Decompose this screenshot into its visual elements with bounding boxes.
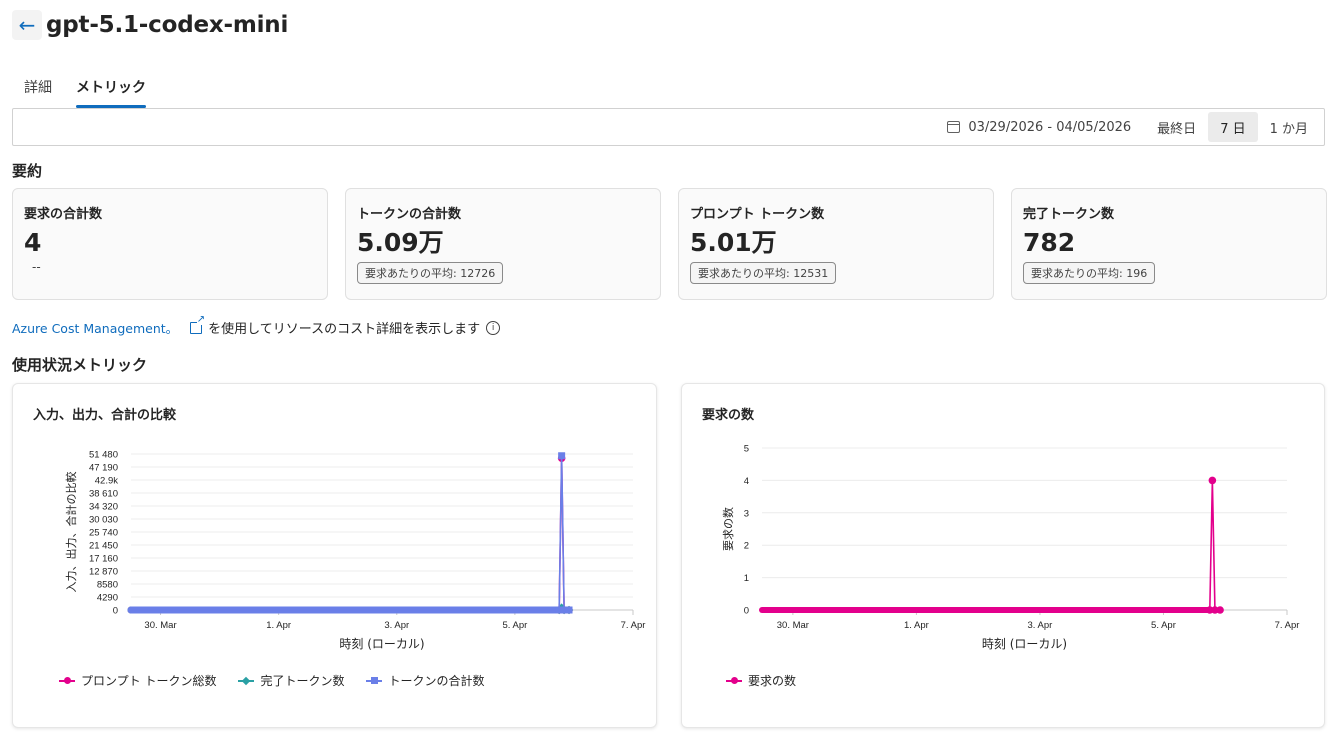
y-tick-label: 4 bbox=[744, 476, 749, 487]
range-7-days-button[interactable]: 7 日 bbox=[1208, 112, 1258, 142]
legend-item-total-tokens[interactable]: トークンの合計数 bbox=[366, 672, 485, 689]
summary-card-total-tokens: トークンの合計数 5.09万 要求あたりの平均: 12726 bbox=[345, 188, 661, 300]
card-label: 要求の合計数 bbox=[24, 207, 103, 222]
page-title: gpt-5.1-codex-mini bbox=[46, 12, 289, 38]
average-badge: 要求あたりの平均: 12531 bbox=[690, 262, 837, 284]
x-tick-label: 5. Apr bbox=[502, 620, 527, 631]
average-badge: 要求あたりの平均: 12726 bbox=[357, 262, 504, 284]
x-tick-label: 1. Apr bbox=[266, 620, 291, 631]
info-icon[interactable]: i bbox=[486, 320, 501, 335]
legend-label: 要求の数 bbox=[748, 674, 797, 688]
x-axis-title: 時刻 (ローカル) bbox=[982, 637, 1067, 651]
average-badge: 要求あたりの平均: 196 bbox=[1023, 262, 1156, 284]
x-tick-label: 3. Apr bbox=[384, 620, 409, 631]
y-axis-title: 入力、出力、合計の比較 bbox=[64, 472, 78, 593]
external-link-icon bbox=[190, 314, 206, 334]
legend-diamond-marker bbox=[238, 676, 255, 686]
legend-item-completion-tokens[interactable]: 完了トークン数 bbox=[238, 672, 344, 689]
tab-metrics[interactable]: メトリック bbox=[76, 70, 146, 108]
y-tick-label: 0 bbox=[113, 606, 118, 617]
y-tick-label: 5 bbox=[744, 444, 749, 455]
x-tick-label: 5. Apr bbox=[1151, 620, 1176, 631]
y-tick-label: 3 bbox=[744, 508, 749, 519]
x-tick-label: 30. Mar bbox=[144, 620, 176, 631]
summary-card-prompt-tokens: プロンプト トークン数 5.01万 要求あたりの平均: 12531 bbox=[678, 188, 994, 300]
data-point bbox=[558, 452, 566, 460]
legend-item-requests[interactable]: 要求の数 bbox=[726, 672, 796, 689]
legend-label: 完了トークン数 bbox=[260, 674, 345, 688]
data-point bbox=[1216, 606, 1224, 614]
chart-legend: プロンプト トークン総数 完了トークン数 トークンの合計数 bbox=[59, 672, 485, 689]
y-tick-label: 0 bbox=[744, 606, 749, 617]
back-button[interactable]: ← bbox=[12, 10, 42, 40]
tab-bar: 詳細 メトリック bbox=[24, 70, 146, 108]
y-tick-label: 34 320 bbox=[89, 502, 118, 513]
usage-metrics-title: 使用状況メトリック bbox=[12, 356, 148, 374]
y-tick-label: 21 450 bbox=[89, 541, 118, 552]
x-tick-label: 1. Apr bbox=[904, 620, 929, 631]
legend-label: トークンの合計数 bbox=[388, 674, 485, 688]
y-tick-label: 51 480 bbox=[89, 450, 118, 461]
card-label: トークンの合計数 bbox=[357, 207, 462, 222]
y-tick-label: 17 160 bbox=[89, 554, 118, 565]
x-tick-label: 7. Apr bbox=[1275, 620, 1300, 631]
y-tick-label: 12 870 bbox=[89, 567, 118, 578]
summary-cards: 要求の合計数 4 -- トークンの合計数 5.09万 要求あたりの平均: 127… bbox=[12, 188, 1327, 300]
y-tick-label: 42.9k bbox=[95, 476, 118, 487]
range-1-month-button[interactable]: 1 か月 bbox=[1258, 112, 1320, 142]
time-range-toolbar: 03/29/2026 - 04/05/2026 最終日 7 日 1 か月 bbox=[12, 108, 1325, 146]
y-tick-label: 4290 bbox=[97, 593, 118, 604]
chart-legend: 要求の数 bbox=[726, 672, 796, 689]
summary-card-completion-tokens: 完了トークン数 782 要求あたりの平均: 196 bbox=[1011, 188, 1327, 300]
y-tick-label: 8580 bbox=[97, 580, 118, 591]
page-header: ← gpt-5.1-codex-mini bbox=[12, 8, 288, 42]
x-tick-label: 3. Apr bbox=[1028, 620, 1053, 631]
y-tick-label: 1 bbox=[744, 573, 749, 584]
y-tick-label: 25 740 bbox=[89, 528, 118, 539]
cost-description: を使用してリソースのコスト詳細を表示します bbox=[208, 322, 481, 337]
series-line bbox=[131, 455, 570, 611]
card-sub: -- bbox=[32, 260, 41, 274]
card-label: 完了トークン数 bbox=[1023, 207, 1115, 222]
card-value: 782 bbox=[1023, 228, 1076, 257]
card-value: 5.01万 bbox=[690, 228, 777, 257]
date-range-picker[interactable]: 03/29/2026 - 04/05/2026 bbox=[947, 120, 1131, 135]
y-axis-title: 要求の数 bbox=[722, 507, 735, 551]
x-tick-label: 30. Mar bbox=[777, 620, 809, 631]
legend-circle-marker bbox=[726, 676, 742, 686]
request-count-chart-card: 要求の数 0 1 2 3 4 5 30. Mar 1. Apr 3. Apr 5. Apr 7. A… bbox=[681, 383, 1325, 728]
data-point bbox=[565, 606, 573, 614]
series-line bbox=[131, 458, 570, 611]
summary-title: 要約 bbox=[12, 162, 43, 180]
arrow-left-icon: ← bbox=[18, 13, 36, 37]
range-last-day-button[interactable]: 最終日 bbox=[1145, 112, 1208, 142]
calendar-icon bbox=[947, 121, 961, 133]
tab-details[interactable]: 詳細 bbox=[24, 70, 52, 108]
y-tick-label: 47 190 bbox=[89, 463, 118, 474]
cost-management-line: Azure Cost Management。 を使用してリソースのコスト詳細を表… bbox=[12, 314, 501, 337]
card-value: 4 bbox=[24, 228, 42, 257]
date-range-text: 03/29/2026 - 04/05/2026 bbox=[968, 119, 1132, 135]
y-tick-label: 30 030 bbox=[89, 515, 118, 526]
y-tick-label: 38 610 bbox=[89, 489, 118, 500]
x-tick-label: 7. Apr bbox=[621, 620, 646, 631]
legend-circle-marker bbox=[59, 676, 75, 686]
token-comparison-chart-card: 入力、出力、合計の比較 0 4290 8580 12 870 17 160 21 450 2… bbox=[12, 383, 657, 728]
cost-management-link[interactable]: Azure Cost Management。 bbox=[12, 318, 178, 337]
summary-card-total-requests: 要求の合計数 4 -- bbox=[12, 188, 328, 300]
card-value: 5.09万 bbox=[357, 228, 444, 257]
data-point bbox=[1208, 476, 1217, 485]
legend-square-marker bbox=[366, 676, 383, 686]
x-axis-title: 時刻 (ローカル) bbox=[339, 637, 424, 651]
legend-label: プロンプト トークン総数 bbox=[81, 674, 217, 688]
card-label: プロンプト トークン数 bbox=[690, 207, 825, 222]
legend-item-prompt-tokens[interactable]: プロンプト トークン総数 bbox=[59, 672, 216, 689]
y-tick-label: 2 bbox=[744, 541, 749, 552]
